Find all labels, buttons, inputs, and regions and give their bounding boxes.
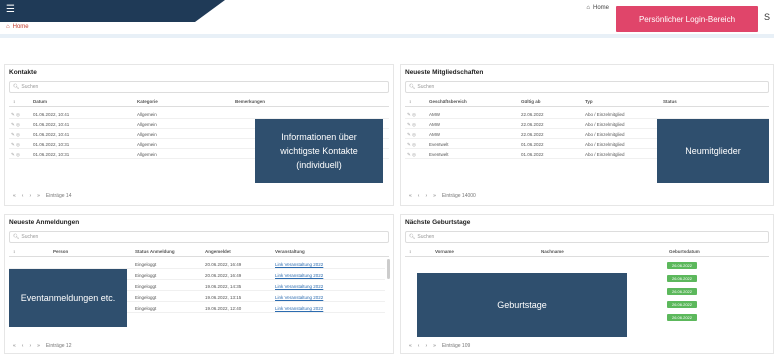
next-page-icon: › bbox=[425, 343, 428, 349]
prev-page-icon: ‹ bbox=[21, 343, 24, 349]
top-bar: ☰ ⌂ Home Persönlicher Login-Bereich S bbox=[0, 0, 774, 38]
annotation-box: Geburtstage bbox=[417, 273, 627, 337]
table-row[interactable]: Eingeloggt 20.06.2022, 16:49 Link Verans… bbox=[9, 260, 385, 269]
panel-kontakte: Kontakte 🔍︎ Suchen ↕ Datum Kategorie Bem… bbox=[4, 64, 394, 206]
edit-icon: ✎ ◎ bbox=[11, 122, 20, 127]
birthday-badge: 26.06.2022 bbox=[667, 301, 697, 308]
home-icon: ⌂ bbox=[6, 24, 10, 30]
pagination[interactable]: «‹ ›» Einträge 109 bbox=[409, 343, 470, 349]
pagination[interactable]: «‹ ›» Einträge 14 bbox=[13, 193, 71, 199]
table-header: ↕ Person Status Anmeldung Angemeldet Ver… bbox=[9, 247, 389, 257]
edit-icon: ✎ ◎ bbox=[407, 122, 416, 127]
prev-page-icon: ‹ bbox=[21, 193, 24, 199]
home-label: Home bbox=[592, 5, 609, 11]
panel-geburtstage: Nächste Geburtstage 🔍︎ Suchen ↕ Vorname … bbox=[400, 214, 774, 354]
search-input[interactable]: 🔍︎ Suchen bbox=[405, 81, 769, 93]
next-page-icon: › bbox=[29, 343, 32, 349]
table-row[interactable]: ✎ ◎ 01.06.2022, 10:41 Allgemein bbox=[9, 110, 389, 119]
breadcrumb[interactable]: ⌂ Home bbox=[6, 24, 29, 30]
next-page-icon: › bbox=[425, 193, 428, 199]
annotation-box: Neumitglieder bbox=[657, 119, 769, 183]
last-page-icon: » bbox=[37, 193, 40, 199]
panel-mitgliedschaften: Neueste Mitgliedschaften 🔍︎ Suchen ↕ Ges… bbox=[400, 64, 774, 206]
edit-icon: ✎ ◎ bbox=[407, 132, 416, 137]
home-icon: ⌂ bbox=[586, 5, 590, 11]
edit-icon: ✎ ◎ bbox=[407, 112, 416, 117]
edit-icon: ✎ ◎ bbox=[11, 152, 20, 157]
search-icon: 🔍︎ bbox=[409, 234, 416, 240]
first-page-icon: « bbox=[409, 193, 412, 199]
edit-icon: ✎ ◎ bbox=[11, 112, 20, 117]
last-page-icon: » bbox=[433, 343, 436, 349]
panel-anmeldungen: Neueste Anmeldungen 🔍︎ Suchen ↕ Person S… bbox=[4, 214, 394, 354]
prev-page-icon: ‹ bbox=[417, 193, 420, 199]
birthday-badge: 26.06.2022 bbox=[667, 262, 697, 269]
first-page-icon: « bbox=[13, 193, 16, 199]
table-header: ↕ Datum Kategorie Bemerkungen bbox=[9, 97, 389, 107]
scrollbar[interactable] bbox=[387, 259, 390, 279]
last-page-icon: » bbox=[37, 343, 40, 349]
menu-icon[interactable]: ☰ bbox=[6, 4, 18, 16]
prev-page-icon: ‹ bbox=[417, 343, 420, 349]
birthday-badge: 26.06.2022 bbox=[667, 288, 697, 295]
search-icon: 🔍︎ bbox=[13, 84, 20, 90]
home-link[interactable]: ⌂ Home bbox=[586, 5, 609, 11]
search-input[interactable]: 🔍︎ Suchen bbox=[405, 231, 769, 243]
breadcrumb-home: Home bbox=[12, 24, 29, 30]
panel-title: Kontakte bbox=[9, 69, 37, 76]
table-header: ↕ Vorname Nachname Geburtsdatum bbox=[405, 247, 769, 257]
edit-icon: ✎ ◎ bbox=[407, 142, 416, 147]
edit-icon: ✎ ◎ bbox=[11, 132, 20, 137]
last-page-icon: » bbox=[433, 193, 436, 199]
pagination[interactable]: «‹ ›» Einträge 14000 bbox=[409, 193, 476, 199]
annotation-box: Eventanmeldungen etc. bbox=[9, 269, 127, 327]
pagination[interactable]: «‹ ›» Einträge 12 bbox=[13, 343, 71, 349]
divider bbox=[0, 34, 774, 38]
language-toggle[interactable]: S bbox=[764, 12, 770, 22]
panel-title: Neueste Mitgliedschaften bbox=[405, 69, 484, 76]
first-page-icon: « bbox=[13, 343, 16, 349]
edit-icon: ✎ ◎ bbox=[407, 152, 416, 157]
next-page-icon: › bbox=[29, 193, 32, 199]
table-row[interactable]: ✎ ◎ AMW 22.06.2022 Abo / Einzelmitglied bbox=[405, 110, 769, 119]
birthday-badge: 26.06.2022 bbox=[667, 275, 697, 282]
edit-icon: ✎ ◎ bbox=[11, 142, 20, 147]
search-input[interactable]: 🔍︎ Suchen bbox=[9, 81, 389, 93]
birthday-badge: 26.06.2022 bbox=[667, 314, 697, 321]
panel-title: Nächste Geburtstage bbox=[405, 219, 471, 226]
search-icon: 🔍︎ bbox=[409, 84, 416, 90]
search-icon: 🔍︎ bbox=[13, 234, 20, 240]
portal-login-button[interactable]: Persönlicher Login-Bereich bbox=[616, 6, 758, 32]
search-input[interactable]: 🔍︎ Suchen bbox=[9, 231, 389, 243]
table-header: ↕ Geschäftsbereich Gültig ab Typ Status bbox=[405, 97, 769, 107]
annotation-box: Informationen über wichtigste Kontakte (… bbox=[255, 119, 383, 183]
panel-title: Neueste Anmeldungen bbox=[9, 219, 80, 226]
first-page-icon: « bbox=[409, 343, 412, 349]
